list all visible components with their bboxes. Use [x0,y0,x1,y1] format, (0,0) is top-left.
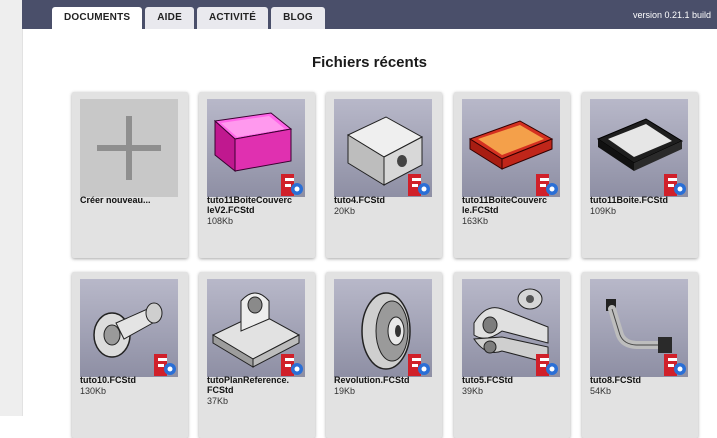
tab-activite[interactable]: ACTIVITÉ [196,7,269,29]
freecad-logo-icon [406,173,432,197]
file-name-label: tutoPlanReference. FCStd 37Kb [207,375,311,406]
file-size: 109Kb [590,206,617,216]
freecad-logo-icon [534,353,560,377]
file-size: 130Kb [80,386,107,396]
hole-block-thumbnail-icon [334,99,432,197]
file-card[interactable]: tuto11BoiteCouverc le.FCStd 163Kb [454,92,570,258]
file-name: tuto11BoiteCouverc leV2.FCStd [207,195,293,215]
file-card[interactable]: tuto11BoiteCouverc leV2.FCStd 108Kb [199,92,315,258]
file-name-label: tuto11Boite.FCStd 109Kb [590,195,694,216]
top-navigation-bar: DOCUMENTS AIDE ACTIVITÉ BLOG version 0.2… [22,0,717,29]
file-card[interactable]: tuto5.FCStd 39Kb [454,272,570,438]
version-label: version 0.21.1 build [632,10,711,20]
file-name-label: tuto10.FCStd 130Kb [80,375,184,396]
file-card[interactable]: tuto11Boite.FCStd 109Kb [582,92,698,258]
freecad-logo-icon [406,353,432,377]
tab-documents[interactable]: DOCUMENTS [52,7,143,29]
file-name: tuto11BoiteCouverc le.FCStd [462,195,548,215]
freecad-logo-icon [662,353,688,377]
freecad-logo-icon [152,353,178,377]
tab-blog[interactable]: BLOG [271,7,325,29]
orange-lid-thumbnail-icon [462,99,560,197]
plus-icon [80,99,178,197]
file-name-label: tuto11BoiteCouverc leV2.FCStd 108Kb [207,195,311,226]
magenta-box-thumbnail-icon [207,99,305,197]
file-name-label: Revolution.FCStd 19Kb [334,375,438,396]
file-name: tutoPlanReference. FCStd [207,375,290,395]
file-name: tuto11Boite.FCStd [590,195,668,205]
file-size: 163Kb [462,216,489,226]
file-size: 108Kb [207,216,234,226]
file-size: 39Kb [462,386,484,396]
tab-aide[interactable]: AIDE [145,7,194,29]
create-new-label: Créer nouveau... [80,195,151,205]
pipe-thumbnail-icon [590,279,688,377]
tab-bar: DOCUMENTS AIDE ACTIVITÉ BLOG [52,7,328,29]
file-size: 20Kb [334,206,356,216]
pulley-thumbnail-icon [334,279,432,377]
file-name: tuto8.FCStd [590,375,641,385]
file-name-label: tuto8.FCStd 54Kb [590,375,694,396]
file-card[interactable]: Revolution.FCStd 19Kb [326,272,442,438]
create-new-card[interactable]: Créer nouveau... [72,92,188,258]
file-card[interactable]: tuto10.FCStd 130Kb [72,272,188,438]
file-name: tuto4.FCStd [334,195,385,205]
freecad-logo-icon [662,173,688,197]
pin-thumbnail-icon [80,279,178,377]
file-card[interactable]: tuto4.FCStd 20Kb [326,92,442,258]
file-name-label: tuto4.FCStd 20Kb [334,195,438,216]
clevis-thumbnail-icon [462,279,560,377]
page-title: Fichiers récents [311,54,428,71]
file-size: 19Kb [334,386,356,396]
file-name: tuto5.FCStd [462,375,513,385]
file-card[interactable]: tutoPlanReference. FCStd 37Kb [199,272,315,438]
file-size: 54Kb [590,386,612,396]
file-name-label: tuto11BoiteCouverc le.FCStd 163Kb [462,195,566,226]
file-name: tuto10.FCStd [80,375,136,385]
left-margin [0,0,23,416]
freecad-logo-icon [279,173,305,197]
tray-thumbnail-icon [590,99,688,197]
file-size: 37Kb [207,396,229,406]
bracket-thumbnail-icon [207,279,305,377]
freecad-logo-icon [534,173,560,197]
file-card[interactable]: tuto8.FCStd 54Kb [582,272,698,438]
file-name-label: tuto5.FCStd 39Kb [462,375,566,396]
file-name: Revolution.FCStd [334,375,410,385]
freecad-logo-icon [279,353,305,377]
